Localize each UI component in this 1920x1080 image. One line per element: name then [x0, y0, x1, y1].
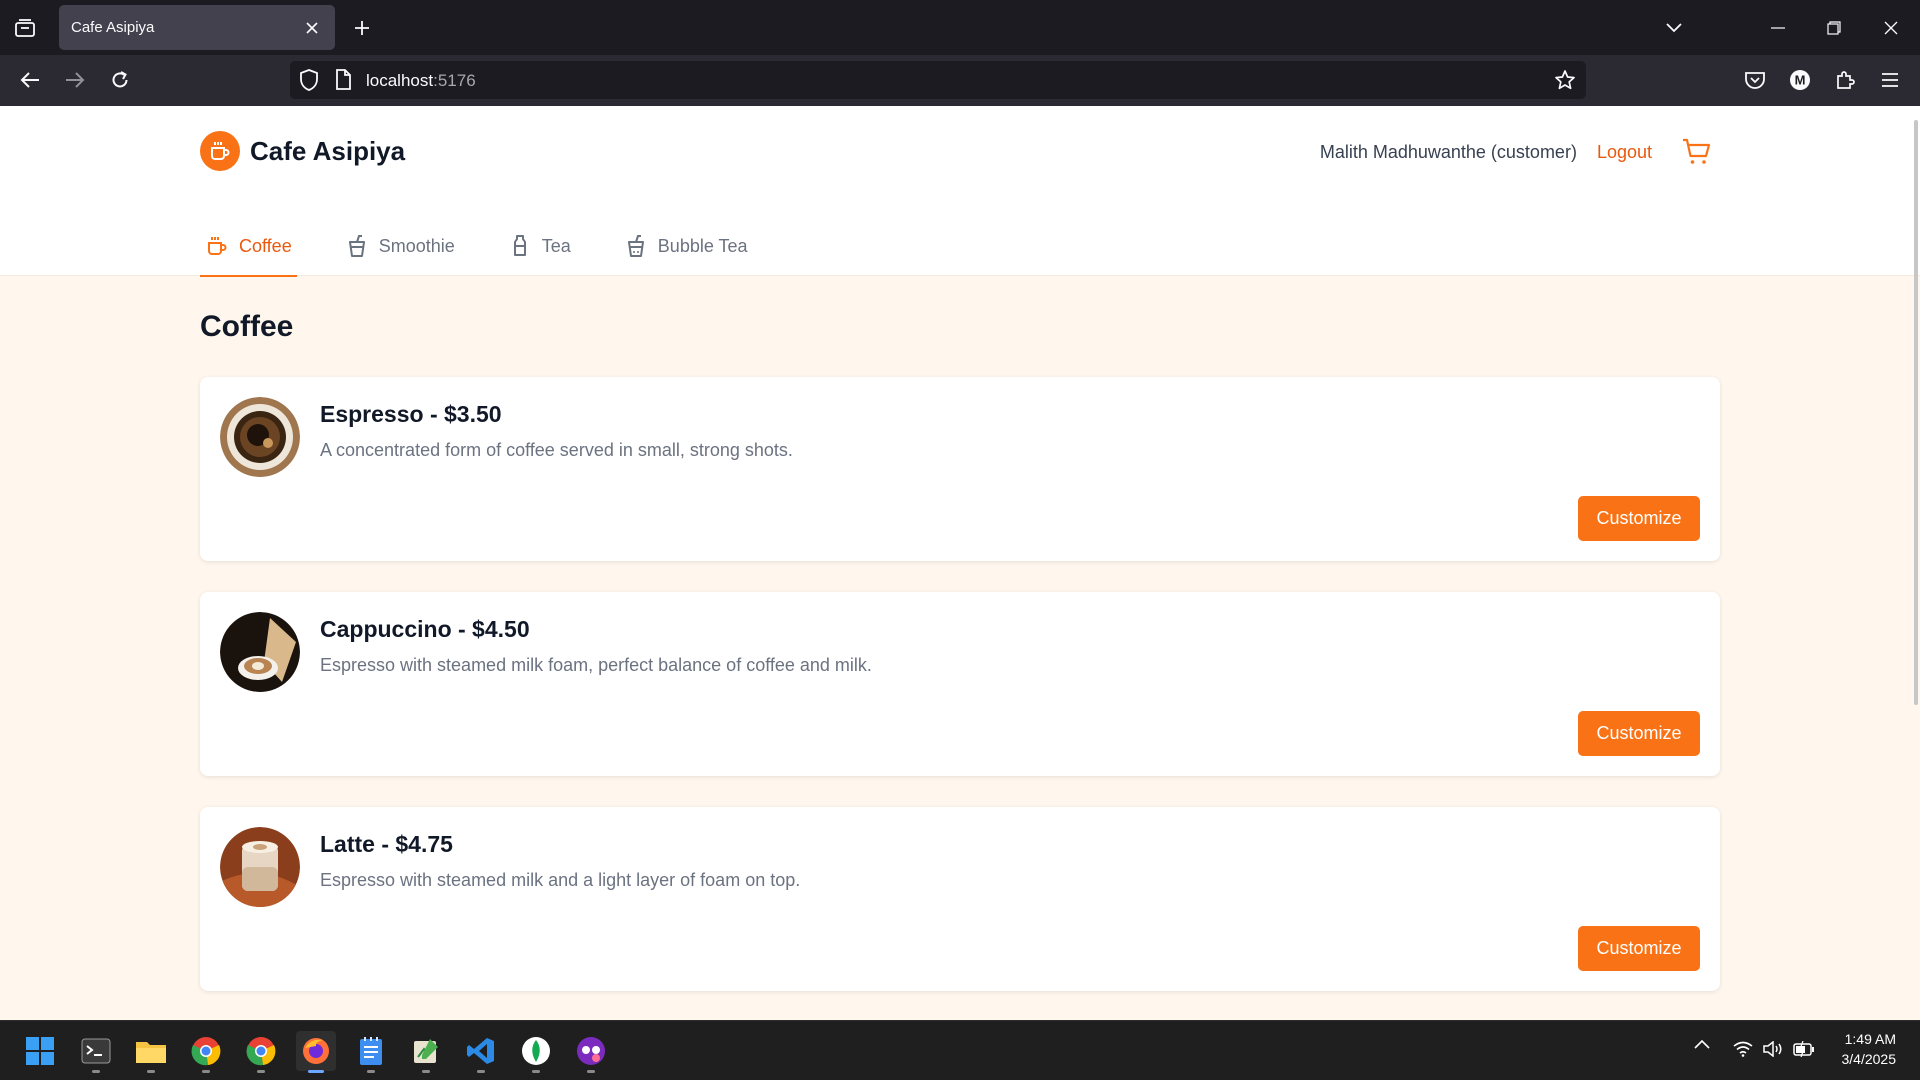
new-tab-icon[interactable]	[348, 14, 376, 42]
item-title: Cappuccino - $4.50	[320, 616, 530, 642]
volume-icon[interactable]	[1763, 1041, 1783, 1057]
item-description: Espresso with steamed milk foam, perfect…	[320, 655, 872, 675]
logout-link[interactable]: Logout	[1597, 142, 1652, 163]
running-indicator	[202, 1070, 210, 1073]
terminal-app-icon[interactable]	[76, 1031, 116, 1073]
running-indicator	[587, 1070, 595, 1073]
running-indicator	[257, 1070, 265, 1073]
running-indicator	[367, 1070, 375, 1073]
file-explorer-icon[interactable]	[131, 1031, 171, 1073]
menu-item-card: Espresso - $3.50 A concentrated form of …	[200, 377, 1720, 561]
bookmark-star-icon[interactable]	[1554, 69, 1576, 91]
brand[interactable]: Cafe Asipiya	[200, 131, 405, 171]
browser-tabstrip: Cafe Asipiya	[0, 0, 1920, 55]
smoothie-cup-icon	[345, 234, 369, 258]
item-description: A concentrated form of coffee served in …	[320, 440, 793, 460]
menu-item-card: Latte - $4.75 Espresso with steamed milk…	[200, 807, 1720, 991]
reload-icon[interactable]	[104, 64, 136, 96]
close-window-icon[interactable]	[1875, 12, 1907, 44]
forward-arrow-icon[interactable]	[59, 64, 91, 96]
minimize-icon[interactable]	[1762, 12, 1794, 44]
tea-bottle-icon	[508, 234, 532, 258]
running-indicator	[92, 1070, 100, 1073]
tab-coffee[interactable]: Coffee	[200, 216, 297, 277]
running-indicator	[308, 1070, 324, 1073]
close-tab-icon[interactable]	[301, 17, 323, 39]
section-title: Coffee	[200, 310, 294, 343]
tab-smoothie[interactable]: Smoothie	[340, 216, 460, 276]
app-menu-icon[interactable]	[1874, 64, 1906, 96]
running-indicator	[477, 1070, 485, 1073]
tab-label: Bubble Tea	[657, 235, 748, 256]
show-hidden-icons-chevron-icon[interactable]	[1694, 1039, 1710, 1049]
customize-button[interactable]: Customize	[1578, 926, 1700, 971]
customize-button[interactable]: Customize	[1578, 496, 1700, 541]
url-port: :5176	[433, 71, 476, 90]
svg-text:M: M	[1795, 73, 1806, 88]
item-title: Espresso - $3.50	[320, 401, 502, 427]
bubble-tea-cup-icon	[624, 234, 648, 258]
wifi-icon[interactable]	[1733, 1041, 1753, 1057]
battery-icon[interactable]	[1793, 1041, 1815, 1057]
brand-name: Cafe Asipiya	[250, 135, 406, 166]
postman-like-icon[interactable]	[571, 1031, 611, 1073]
cart-icon[interactable]	[1682, 138, 1712, 166]
back-arrow-icon[interactable]	[14, 64, 46, 96]
taskbar: 1:49 AM 3/4/2025	[0, 1020, 1920, 1080]
url-text: localhost:5176	[366, 71, 476, 91]
restore-icon[interactable]	[1818, 12, 1850, 44]
item-title: Latte - $4.75	[320, 831, 453, 857]
tab-list-chevron-icon[interactable]	[1658, 12, 1690, 44]
chrome-icon[interactable]	[186, 1031, 226, 1073]
page-scrollbar[interactable]	[1914, 120, 1918, 705]
tab-bubble-tea[interactable]: Bubble Tea	[619, 216, 753, 276]
notepad-icon[interactable]	[351, 1031, 391, 1073]
account-avatar-icon[interactable]: M	[1784, 64, 1816, 96]
system-clock[interactable]: 1:49 AM 3/4/2025	[1842, 1029, 1897, 1069]
firefox-icon[interactable]	[296, 1031, 336, 1073]
clock-time: 1:49 AM	[1844, 1031, 1896, 1047]
mongodb-compass-icon[interactable]	[516, 1031, 556, 1073]
address-bar[interactable]: localhost:5176	[290, 61, 1586, 99]
category-tabs: Coffee Smoothie Tea Bubble Tea	[200, 216, 796, 277]
url-host: localhost	[366, 71, 434, 90]
running-indicator	[147, 1070, 155, 1073]
browser-navbar: localhost:5176 M	[0, 55, 1920, 106]
page-info-icon[interactable]	[334, 69, 352, 91]
tab-title: Cafe Asipiya	[71, 19, 155, 36]
coffee-cup-icon	[205, 234, 229, 258]
tab-label: Coffee	[239, 235, 292, 256]
editor-app-icon[interactable]	[406, 1031, 446, 1073]
menu-item-card: Cappuccino - $4.50 Espresso with steamed…	[200, 592, 1720, 776]
latte-image	[220, 827, 300, 907]
browser-tab[interactable]: Cafe Asipiya	[59, 5, 335, 50]
running-indicator	[422, 1070, 430, 1073]
coffee-logo-icon	[200, 131, 240, 171]
user-area: Malith Madhuwanthe (customer) Logout	[1320, 136, 1712, 168]
customize-button[interactable]: Customize	[1578, 711, 1700, 756]
extensions-puzzle-icon[interactable]	[1829, 64, 1861, 96]
pocket-icon[interactable]	[1739, 64, 1771, 96]
espresso-image	[220, 397, 300, 477]
clock-date: 3/4/2025	[1841, 1051, 1897, 1067]
user-name: Malith Madhuwanthe (customer)	[1319, 141, 1577, 162]
tab-tea[interactable]: Tea	[503, 216, 576, 276]
chrome-profile-icon[interactable]	[241, 1031, 281, 1073]
site-header: Cafe Asipiya Malith Madhuwanthe (custome…	[0, 106, 1920, 277]
tab-label: Smoothie	[378, 235, 455, 256]
vscode-icon[interactable]	[461, 1031, 501, 1073]
cappuccino-image	[220, 612, 300, 692]
item-description: Espresso with steamed milk and a light l…	[320, 870, 801, 890]
tracking-shield-icon[interactable]	[298, 68, 320, 92]
windows-start-icon[interactable]	[20, 1031, 60, 1071]
tab-label: Tea	[541, 235, 571, 256]
running-indicator	[532, 1070, 540, 1073]
tab-overview-icon[interactable]	[10, 13, 40, 43]
web-page: Cafe Asipiya Malith Madhuwanthe (custome…	[0, 106, 1920, 1020]
